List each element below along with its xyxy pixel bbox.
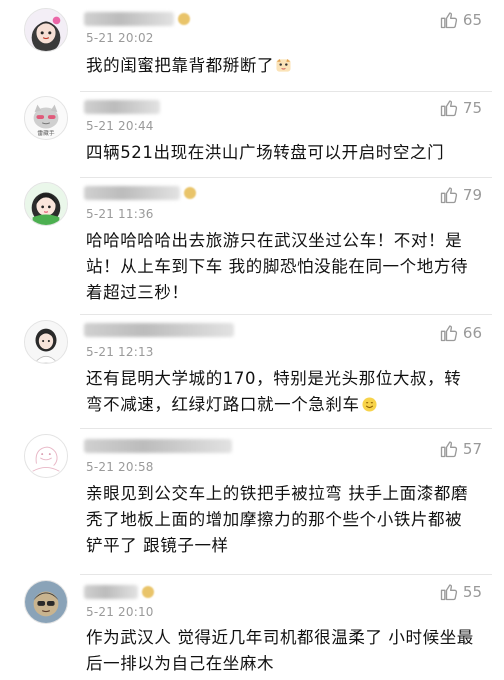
cat-face-emoji [276,55,291,72]
username-blurred[interactable] [84,100,160,114]
avatar-badge-text: 雷藏手 [37,129,54,137]
thumbs-up-icon [439,185,459,205]
comment-item: 5-21 20:10 55 作为武汉人 觉得近几年司机都很温柔了 小时候坐最后一… [0,575,504,680]
comment-list: 5-21 20:02 65 我的闺蜜把靠背都掰断了 雷藏手 5-21 20:44… [0,0,504,680]
username-blurred[interactable] [84,439,232,453]
comment-text: 还有昆明大学城的170，特别是光头那位大叔，转弯不减速，红绿灯路口就一个急刹车 [86,369,462,414]
comment-item: 5-21 20:02 65 我的闺蜜把靠背都掰断了 [0,0,504,90]
username-blurred[interactable] [84,585,138,599]
username-blurred[interactable] [84,186,180,200]
comment-text: 作为武汉人 觉得近几年司机都很温柔了 小时候坐最后一排以为自己在坐麻木 [86,628,474,673]
avatar[interactable] [24,320,68,364]
comment-item: 5-21 20:58 57 亲眼见到公交车上的铁把手被拉弯 扶手上面漆都磨秃了地… [0,429,504,565]
like-button[interactable]: 66 [439,323,482,343]
thumbs-up-icon [439,10,459,30]
comment-item: 5-21 12:13 66 还有昆明大学城的170，特别是光头那位大叔，转弯不减… [0,315,504,427]
username-blurred[interactable] [84,12,174,26]
comment-text: 四辆521出现在洪山广场转盘可以开启时空之门 [86,143,445,162]
thumbs-up-icon [439,98,459,118]
like-count: 55 [462,583,482,601]
like-button[interactable]: 57 [439,439,482,459]
avatar[interactable] [24,434,68,478]
like-count: 66 [462,324,482,342]
vip-badge-icon [142,586,154,598]
like-button[interactable]: 79 [439,185,482,205]
thumbs-up-icon [439,439,459,459]
like-button[interactable]: 75 [439,98,482,118]
comment-timestamp: 5-21 20:10 [86,605,154,619]
avatar[interactable]: 雷藏手 [24,96,68,140]
vip-badge-icon [178,13,190,25]
comment-timestamp: 5-21 11:36 [86,207,154,221]
comment-text: 哈哈哈哈哈出去旅游只在武汉坐过公车！不对！是站！从上车到下车 我的脚恐怕没能在同… [86,231,469,302]
comment-timestamp: 5-21 20:44 [86,119,154,133]
smile-emoji [362,394,377,412]
like-button[interactable]: 65 [439,10,482,30]
comment-item: 雷藏手 5-21 20:44 75 四辆521出现在洪山广场转盘可以开启时空之门 [0,92,504,177]
comment-timestamp: 5-21 20:02 [86,31,154,45]
avatar[interactable] [24,8,68,52]
like-button[interactable]: 55 [439,582,482,602]
comment-item: 5-21 11:36 79 哈哈哈哈哈出去旅游只在武汉坐过公车！不对！是站！从上… [0,178,504,313]
comment-timestamp: 5-21 20:58 [86,460,154,474]
avatar[interactable] [24,182,68,226]
thumbs-up-icon [439,323,459,343]
like-count: 57 [462,440,482,458]
like-count: 75 [462,99,482,117]
thumbs-up-icon [439,582,459,602]
comment-timestamp: 5-21 12:13 [86,345,154,359]
comment-text: 我的闺蜜把靠背都掰断了 [86,53,478,79]
comment-text: 亲眼见到公交车上的铁把手被拉弯 扶手上面漆都磨秃了地板上面的增加摩擦力的那个些个… [86,484,469,555]
like-count: 65 [462,11,482,29]
vip-badge-icon [184,187,196,199]
like-count: 79 [462,186,482,204]
username-blurred[interactable] [84,323,234,337]
avatar[interactable] [24,580,68,624]
